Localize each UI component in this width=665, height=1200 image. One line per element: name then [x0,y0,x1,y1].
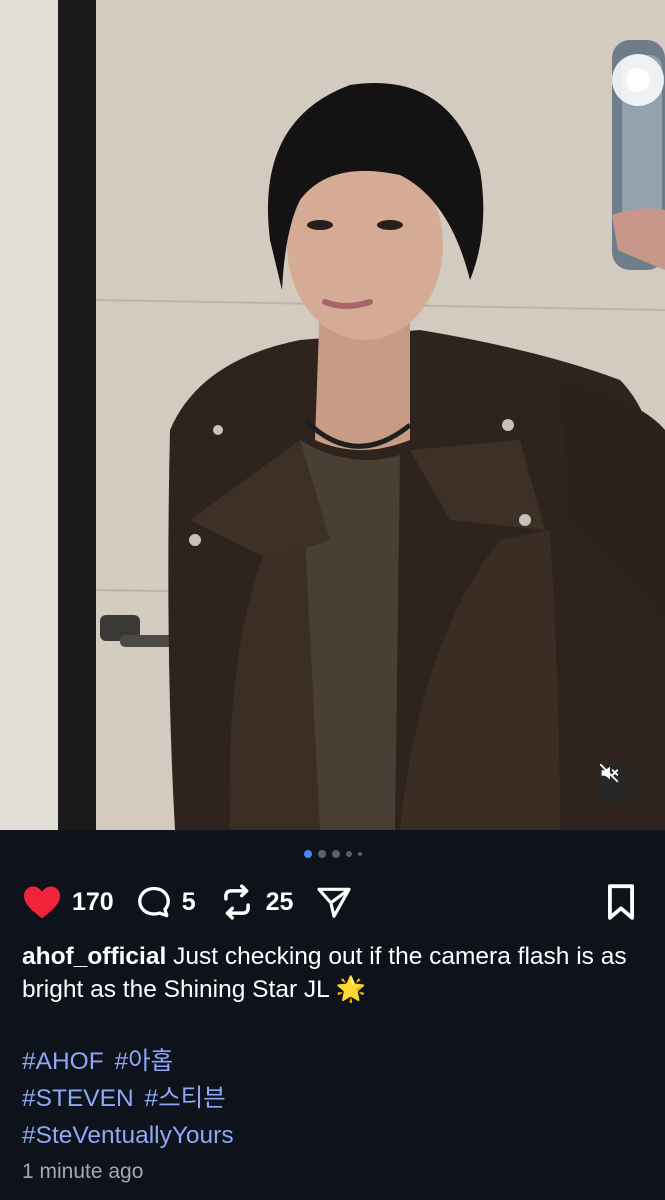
hashtag-link[interactable]: #AHOF [22,1048,104,1075]
repost-button[interactable]: 25 [218,883,294,921]
carousel-dot[interactable] [317,850,326,858]
speech-bubble-icon [137,886,170,918]
hashtag-link[interactable]: #스티븐 [144,1085,225,1112]
bookmark-icon [608,884,634,920]
post-timestamp: 1 minute ago [22,1160,144,1183]
hashtag-line: #STEVEN #스티븐 [22,1080,238,1117]
share-button[interactable] [315,883,353,921]
comment-count: 5 [181,887,196,916]
repost-arrows-icon [223,884,250,920]
like-button[interactable]: 170 [22,884,114,920]
hashtags: #AHOF #아홉 #STEVEN #스티븐 #SteVentuallyYour… [22,1043,238,1154]
post-media[interactable] [0,0,665,830]
hashtag-link[interactable]: #SteVentuallyYours [22,1122,234,1149]
heart-filled-icon [24,886,60,919]
photo-illustration [0,0,665,830]
carousel-indicator [0,850,665,858]
like-count: 170 [72,887,114,916]
repost-count: 25 [265,887,294,916]
hashtag-link[interactable]: #아홉 [115,1048,174,1075]
action-bar: 170 5 25 [22,880,643,924]
paper-plane-icon [317,887,352,918]
save-button[interactable] [605,883,637,921]
comment-button[interactable]: 5 [136,884,196,920]
hashtag-line: #SteVentuallyYours [22,1117,238,1154]
username-link[interactable]: ahof_official [22,943,166,970]
star-emoji: 🌟 [335,976,367,1003]
carousel-dot-active[interactable] [303,850,312,858]
speaker-muted-icon [599,763,619,783]
carousel-dot[interactable] [331,850,340,858]
carousel-dot[interactable] [345,851,352,857]
carousel-dot[interactable] [357,852,362,856]
mute-button[interactable] [598,762,640,804]
hashtag-link[interactable]: #STEVEN [22,1085,134,1112]
post-caption: ahof_official Just checking out if the c… [22,940,635,1006]
hashtag-line: #AHOF #아홉 [22,1043,238,1080]
